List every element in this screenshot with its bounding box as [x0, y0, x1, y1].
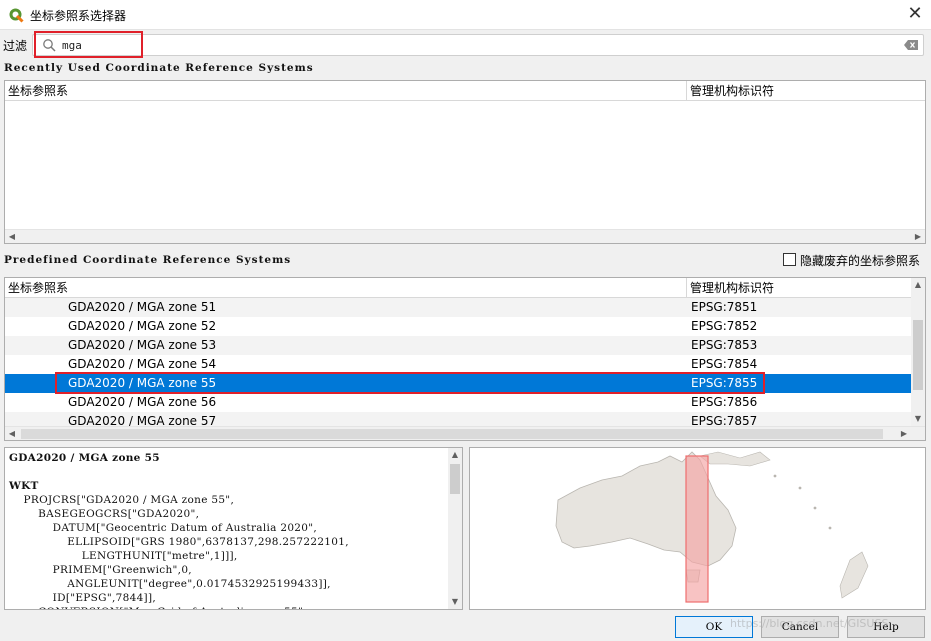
scroll-right-icon[interactable]: ▶ [911, 230, 925, 244]
wkt-line: DATUM["Geocentric Datum of Australia 202… [9, 522, 318, 534]
scroll-thumb[interactable] [913, 320, 923, 390]
recent-heading: Recently Used Coordinate Reference Syste… [4, 62, 314, 74]
crs-name-cell: GDA2020 / MGA zone 53 [68, 338, 217, 352]
table-row[interactable]: GDA2020 / MGA zone 54 EPSG:7854 [5, 355, 911, 374]
crs-name: GDA2020 / MGA zone 55 [9, 452, 160, 464]
authority-id-cell: EPSG:7852 [691, 319, 758, 333]
table-row[interactable]: GDA2020 / MGA zone 55 EPSG:7855 [5, 374, 911, 393]
crs-extent-map [469, 447, 926, 610]
scroll-down-icon[interactable]: ▼ [911, 412, 925, 426]
crs-name-cell: GDA2020 / MGA zone 56 [68, 395, 217, 409]
authority-id-cell: EPSG:7853 [691, 338, 758, 352]
hide-deprecated-checkbox[interactable] [783, 253, 796, 266]
hide-deprecated-label[interactable]: 隐藏废弃的坐标参照系 [800, 252, 920, 269]
scroll-up-icon[interactable]: ▲ [911, 278, 925, 292]
table-row[interactable]: GDA2020 / MGA zone 51 EPSG:7851 [5, 298, 911, 317]
crs-wkt-text: GDA2020 / MGA zone 55 WKT PROJCRS["GDA20… [9, 451, 349, 609]
close-icon[interactable]: ✕ [904, 3, 926, 25]
details-vertical-scrollbar[interactable]: ▲ ▼ [448, 448, 462, 609]
scroll-left-icon[interactable]: ◀ [5, 427, 19, 441]
recent-crs-table[interactable]: 坐标参照系 管理机构标识符 ◀ ▶ [4, 80, 926, 244]
predefined-heading: Predefined Coordinate Reference Systems [4, 254, 292, 266]
scroll-right-icon[interactable]: ▶ [897, 427, 911, 441]
table-row[interactable]: GDA2020 / MGA zone 56 EPSG:7856 [5, 393, 911, 412]
crs-name-cell: GDA2020 / MGA zone 57 [68, 414, 217, 426]
wkt-body: PROJCRS["GDA2020 / MGA zone 55", BASEGEO… [9, 494, 349, 609]
new-zealand-landmass [839, 551, 869, 599]
wkt-label: WKT [9, 480, 39, 492]
predefined-table-header: 坐标参照系 管理机构标识符 [5, 278, 911, 298]
cancel-button[interactable]: Cancel [761, 616, 839, 638]
ok-button[interactable]: OK [675, 616, 753, 638]
scroll-down-icon[interactable]: ▼ [448, 595, 462, 609]
recent-col-crs[interactable]: 坐标参照系 [5, 81, 687, 101]
details-scroll-thumb[interactable] [450, 464, 460, 494]
predefined-col-authority[interactable]: 管理机构标识符 [687, 278, 911, 298]
authority-id-cell: EPSG:7857 [691, 414, 758, 426]
crs-name-cell: GDA2020 / MGA zone 52 [68, 319, 217, 333]
scroll-left-icon[interactable]: ◀ [5, 230, 19, 244]
predefined-horizontal-scrollbar[interactable]: ◀ ▶ [5, 426, 925, 440]
wkt-line: PROJCRS["GDA2020 / MGA zone 55", [9, 494, 235, 506]
crs-details-panel[interactable]: GDA2020 / MGA zone 55 WKT PROJCRS["GDA20… [4, 447, 463, 610]
help-button[interactable]: Help [847, 616, 925, 638]
wkt-line: BASEGEOGCRS["GDA2020", [9, 508, 200, 520]
authority-id-cell: EPSG:7855 [691, 376, 758, 390]
recent-horizontal-scrollbar[interactable]: ◀ ▶ [5, 229, 925, 243]
authority-id-cell: EPSG:7854 [691, 357, 758, 371]
qgis-logo-icon [9, 8, 24, 23]
predefined-crs-table[interactable]: 坐标参照系 管理机构标识符 GDA2020 / MGA zone 51 EPSG:… [4, 277, 926, 441]
authority-id-cell: EPSG:7851 [691, 300, 758, 314]
wkt-line: PRIMEM["Greenwich",0, [9, 564, 192, 576]
authority-id-cell: EPSG:7856 [691, 395, 758, 409]
wkt-line: ID["EPSG",7844]], [9, 592, 156, 604]
recent-col-authority[interactable]: 管理机构标识符 [687, 81, 925, 101]
wkt-line: LENGTHUNIT["metre",1]]], [9, 550, 238, 562]
new-guinea-landmass [699, 451, 771, 467]
clear-icon[interactable] [904, 40, 918, 50]
filter-label: 过滤 [3, 39, 28, 53]
filter-input[interactable] [62, 37, 882, 53]
crs-name-cell: GDA2020 / MGA zone 54 [68, 357, 217, 371]
filter-field[interactable] [32, 34, 924, 56]
mga-zone-55-extent [685, 455, 709, 603]
australia-landmass [555, 451, 737, 567]
search-icon [43, 39, 56, 52]
window-title: 坐标参照系选择器 [30, 9, 127, 23]
table-row[interactable]: GDA2020 / MGA zone 52 EPSG:7852 [5, 317, 911, 336]
wkt-line: CONVERSION["Map Grid of Australia zone 5… [9, 606, 307, 609]
title-bar: 坐标参照系选择器 ✕ [0, 0, 931, 30]
australia-map [555, 451, 869, 603]
scroll-up-icon[interactable]: ▲ [448, 448, 462, 462]
table-row[interactable]: GDA2020 / MGA zone 53 EPSG:7853 [5, 336, 911, 355]
h-scroll-thumb[interactable] [21, 429, 883, 439]
wkt-line: ELLIPSOID["GRS 1980",6378137,298.2572221… [9, 536, 349, 548]
predefined-vertical-scrollbar[interactable]: ▲ ▼ [911, 278, 925, 426]
wkt-line: ANGLEUNIT["degree",0.0174532925199433]], [9, 578, 331, 590]
recent-table-header: 坐标参照系 管理机构标识符 [5, 81, 925, 101]
crs-name-cell: GDA2020 / MGA zone 55 [68, 376, 217, 390]
predefined-col-crs[interactable]: 坐标参照系 [5, 278, 687, 298]
crs-name-cell: GDA2020 / MGA zone 51 [68, 300, 217, 314]
predefined-rows: GDA2020 / MGA zone 51 EPSG:7851 GDA2020 / … [5, 298, 911, 426]
table-row[interactable]: GDA2020 / MGA zone 57 EPSG:7857 [5, 412, 911, 426]
